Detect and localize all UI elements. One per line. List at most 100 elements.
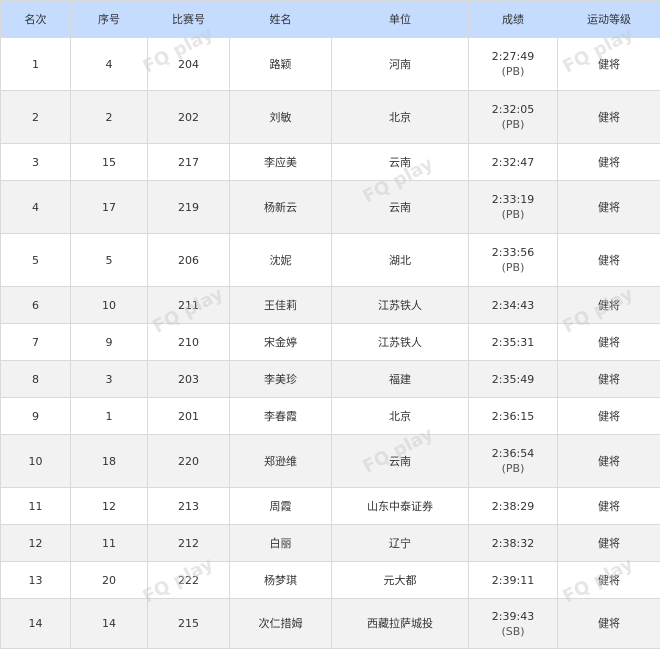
header-rank: 名次 bbox=[1, 1, 71, 38]
cell-unit: 北京 bbox=[332, 398, 469, 435]
cell-name: 李春霞 bbox=[230, 398, 332, 435]
cell-level: 健将 bbox=[558, 91, 660, 144]
cell-bib: 222 bbox=[148, 562, 230, 599]
cell-level: 健将 bbox=[558, 398, 660, 435]
table-row: 79210宋金婷江苏铁人2:35:31健将 bbox=[1, 324, 660, 361]
cell-seq: 12 bbox=[71, 488, 148, 525]
cell-name: 沈妮 bbox=[230, 234, 332, 287]
cell-unit: 云南 bbox=[332, 144, 469, 181]
cell-bib: 213 bbox=[148, 488, 230, 525]
cell-bib: 212 bbox=[148, 525, 230, 562]
cell-bib: 202 bbox=[148, 91, 230, 144]
result-time: 2:38:29 bbox=[471, 499, 555, 514]
cell-time: 2:32:05(PB) bbox=[469, 91, 558, 144]
result-time: 2:32:47 bbox=[471, 155, 555, 170]
cell-time: 2:36:54(PB) bbox=[469, 435, 558, 488]
cell-time: 2:32:47 bbox=[469, 144, 558, 181]
cell-seq: 2 bbox=[71, 91, 148, 144]
cell-seq: 14 bbox=[71, 599, 148, 649]
cell-seq: 1 bbox=[71, 398, 148, 435]
cell-unit: 云南 bbox=[332, 435, 469, 488]
cell-time: 2:39:11 bbox=[469, 562, 558, 599]
cell-rank: 6 bbox=[1, 287, 71, 324]
cell-unit: 江苏铁人 bbox=[332, 287, 469, 324]
header-time: 成绩 bbox=[469, 1, 558, 38]
cell-time: 2:35:49 bbox=[469, 361, 558, 398]
cell-name: 李应美 bbox=[230, 144, 332, 181]
cell-name: 郑逊维 bbox=[230, 435, 332, 488]
cell-time: 2:35:31 bbox=[469, 324, 558, 361]
cell-seq: 3 bbox=[71, 361, 148, 398]
cell-seq: 10 bbox=[71, 287, 148, 324]
table-row: 315217李应美云南2:32:47健将 bbox=[1, 144, 660, 181]
cell-rank: 7 bbox=[1, 324, 71, 361]
table-row: 1018220郑逊维云南2:36:54(PB)健将 bbox=[1, 435, 660, 488]
cell-bib: 217 bbox=[148, 144, 230, 181]
cell-unit: 湖北 bbox=[332, 234, 469, 287]
cell-level: 健将 bbox=[558, 181, 660, 234]
cell-unit: 河南 bbox=[332, 38, 469, 91]
cell-rank: 8 bbox=[1, 361, 71, 398]
table-row: 55206沈妮湖北2:33:56(PB)健将 bbox=[1, 234, 660, 287]
cell-level: 健将 bbox=[558, 38, 660, 91]
cell-rank: 10 bbox=[1, 435, 71, 488]
cell-time: 2:33:19(PB) bbox=[469, 181, 558, 234]
table-row: 610211王佳莉江苏铁人2:34:43健将 bbox=[1, 287, 660, 324]
cell-rank: 9 bbox=[1, 398, 71, 435]
cell-seq: 4 bbox=[71, 38, 148, 91]
cell-seq: 18 bbox=[71, 435, 148, 488]
cell-bib: 203 bbox=[148, 361, 230, 398]
result-note: (PB) bbox=[471, 461, 555, 476]
result-time: 2:27:49 bbox=[471, 49, 555, 64]
result-time: 2:33:19 bbox=[471, 192, 555, 207]
cell-name: 宋金婷 bbox=[230, 324, 332, 361]
table-header: 名次 序号 比赛号 姓名 单位 成绩 运动等级 bbox=[1, 1, 660, 38]
cell-bib: 210 bbox=[148, 324, 230, 361]
cell-unit: 辽宁 bbox=[332, 525, 469, 562]
cell-rank: 5 bbox=[1, 234, 71, 287]
result-time: 2:36:54 bbox=[471, 446, 555, 461]
table-row: 1211212白丽辽宁2:38:32健将 bbox=[1, 525, 660, 562]
table-row: 83203李美珍福建2:35:49健将 bbox=[1, 361, 660, 398]
result-time: 2:39:11 bbox=[471, 573, 555, 588]
result-note: (PB) bbox=[471, 64, 555, 79]
cell-level: 健将 bbox=[558, 361, 660, 398]
cell-time: 2:39:43(SB) bbox=[469, 599, 558, 649]
cell-time: 2:38:29 bbox=[469, 488, 558, 525]
table-row: 22202刘敏北京2:32:05(PB)健将 bbox=[1, 91, 660, 144]
header-name: 姓名 bbox=[230, 1, 332, 38]
cell-seq: 17 bbox=[71, 181, 148, 234]
cell-level: 健将 bbox=[558, 488, 660, 525]
cell-time: 2:38:32 bbox=[469, 525, 558, 562]
header-unit: 单位 bbox=[332, 1, 469, 38]
cell-bib: 215 bbox=[148, 599, 230, 649]
table-row: 1414215次仁措姆西藏拉萨城投2:39:43(SB)健将 bbox=[1, 599, 660, 649]
cell-unit: 云南 bbox=[332, 181, 469, 234]
result-time: 2:32:05 bbox=[471, 102, 555, 117]
cell-bib: 219 bbox=[148, 181, 230, 234]
cell-name: 刘敏 bbox=[230, 91, 332, 144]
cell-bib: 204 bbox=[148, 38, 230, 91]
cell-name: 路颖 bbox=[230, 38, 332, 91]
cell-name: 李美珍 bbox=[230, 361, 332, 398]
header-bib: 比赛号 bbox=[148, 1, 230, 38]
table-body: 14204路颖河南2:27:49(PB)健将22202刘敏北京2:32:05(P… bbox=[1, 38, 660, 649]
result-time: 2:33:56 bbox=[471, 245, 555, 260]
result-note: (SB) bbox=[471, 624, 555, 639]
cell-bib: 211 bbox=[148, 287, 230, 324]
table-row: 417219杨新云云南2:33:19(PB)健将 bbox=[1, 181, 660, 234]
cell-name: 杨梦琪 bbox=[230, 562, 332, 599]
cell-unit: 元大都 bbox=[332, 562, 469, 599]
header-row: 名次 序号 比赛号 姓名 单位 成绩 运动等级 bbox=[1, 1, 660, 38]
results-table: 名次 序号 比赛号 姓名 单位 成绩 运动等级 14204路颖河南2:27:49… bbox=[0, 0, 660, 649]
table-row: 1112213周霞山东中泰证券2:38:29健将 bbox=[1, 488, 660, 525]
cell-unit: 西藏拉萨城投 bbox=[332, 599, 469, 649]
cell-time: 2:33:56(PB) bbox=[469, 234, 558, 287]
cell-seq: 15 bbox=[71, 144, 148, 181]
cell-level: 健将 bbox=[558, 234, 660, 287]
cell-rank: 11 bbox=[1, 488, 71, 525]
result-time: 2:34:43 bbox=[471, 298, 555, 313]
cell-level: 健将 bbox=[558, 599, 660, 649]
table-row: 14204路颖河南2:27:49(PB)健将 bbox=[1, 38, 660, 91]
result-time: 2:35:49 bbox=[471, 372, 555, 387]
